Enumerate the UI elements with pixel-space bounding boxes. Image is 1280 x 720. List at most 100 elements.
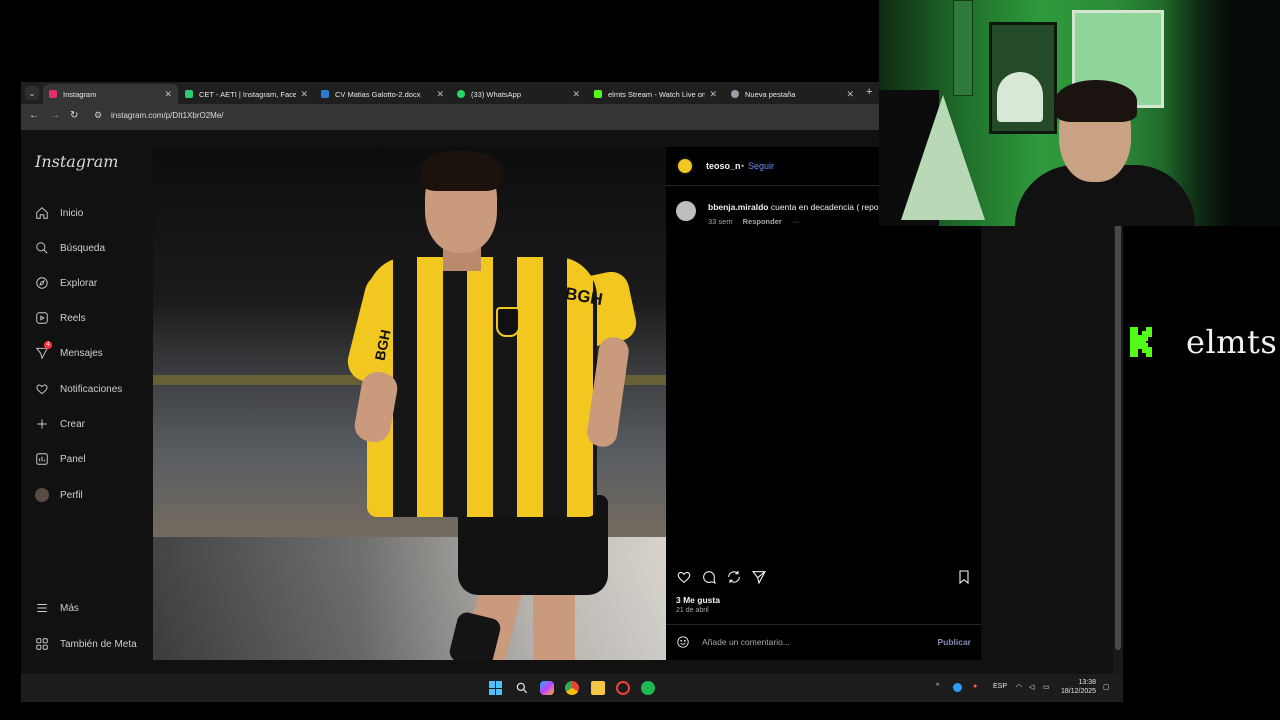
kick-logo-icon xyxy=(1128,325,1154,359)
battery-icon[interactable]: ▭ xyxy=(1043,683,1050,691)
instagram-favicon-icon xyxy=(49,90,57,98)
chrome-alt-icon[interactable] xyxy=(616,681,630,695)
likes-count[interactable]: 3 Me gusta xyxy=(676,595,720,605)
nav-mensajes[interactable]: 4 Mensajes xyxy=(35,341,103,360)
header-separator: • xyxy=(741,161,745,171)
wifi-icon[interactable]: ◠ xyxy=(1016,683,1022,691)
url-field[interactable]: instagram.com/p/DIt1XbrO2Me/ xyxy=(111,111,223,120)
clock-time: 13:38 xyxy=(1078,679,1097,686)
chrome-icon[interactable] xyxy=(565,681,579,695)
cet-favicon-icon xyxy=(185,90,193,98)
reload-icon[interactable]: ↻ xyxy=(70,110,78,121)
new-tab-button[interactable]: + xyxy=(866,86,872,98)
profile-avatar-icon xyxy=(35,488,49,502)
messages-badge: 4 xyxy=(44,341,52,349)
language-indicator[interactable]: ESP xyxy=(993,683,1007,690)
author-username[interactable]: teoso_n xyxy=(706,161,741,171)
emoji-icon[interactable] xyxy=(676,635,690,649)
close-tab-icon[interactable]: ✕ xyxy=(846,89,854,100)
reels-icon xyxy=(35,311,49,325)
comment-bubble-icon[interactable] xyxy=(701,569,717,585)
word-favicon-icon xyxy=(321,90,329,98)
author-avatar[interactable] xyxy=(676,157,694,175)
clock-date: 18/12/2025 xyxy=(1061,688,1097,695)
site-info-icon[interactable]: ⚙ xyxy=(94,110,102,121)
post-photo[interactable]: BGH BGH xyxy=(153,147,666,660)
photo-player-jersey xyxy=(367,257,597,517)
close-tab-icon[interactable]: ✕ xyxy=(300,89,308,100)
like-heart-icon[interactable] xyxy=(676,569,692,585)
mic-icon[interactable]: ● xyxy=(973,683,977,690)
nav-tambien-de-meta[interactable]: También de Meta xyxy=(35,637,137,651)
tab-cet-aeti[interactable]: CET - AETI | Instagram, Faceboo ✕ xyxy=(179,84,314,104)
tab-instagram[interactable]: Instagram ✕ xyxy=(43,84,178,104)
commenter-avatar[interactable] xyxy=(676,201,696,221)
nav-explorar[interactable]: Explorar xyxy=(35,276,97,290)
comment-input[interactable]: Añade un comentario... xyxy=(702,637,790,647)
whatsapp-favicon-icon xyxy=(457,90,465,98)
tab-kick-stream[interactable]: elmts Stream - Watch Live on K ✕ xyxy=(588,84,723,104)
instagram-logo[interactable]: Instagram xyxy=(35,152,118,171)
club-crest-icon xyxy=(496,307,520,337)
streamer-hair xyxy=(1055,80,1137,122)
tab-new-tab[interactable]: Nueva pestaña ✕ xyxy=(725,84,860,104)
close-tab-icon[interactable]: ✕ xyxy=(709,89,717,100)
home-icon xyxy=(35,206,49,220)
tray-app-icon[interactable] xyxy=(953,683,962,692)
repost-icon[interactable] xyxy=(726,569,742,585)
messages-icon: 4 xyxy=(35,341,52,360)
plus-icon xyxy=(35,417,49,431)
stream-brand-logo: elmts xyxy=(1128,322,1277,362)
comment-divider xyxy=(666,624,981,625)
comment-text: bbenja.miraldo cuenta en decadencia ( re… xyxy=(708,202,879,212)
copilot-icon[interactable] xyxy=(540,681,554,695)
tab-cv-docx[interactable]: CV Matias Galotto-2.docx ✕ xyxy=(315,84,450,104)
stream-brand-text: elmts xyxy=(1186,323,1278,361)
windows-start-icon[interactable] xyxy=(489,681,503,695)
forward-arrow-icon[interactable]: → xyxy=(50,110,60,121)
chrome-favicon-icon xyxy=(731,90,739,98)
nav-perfil[interactable]: Perfil xyxy=(35,488,83,502)
taskbar-clock[interactable]: 13:38 18/12/2025 xyxy=(1061,678,1096,696)
compass-icon xyxy=(35,276,49,290)
publish-button[interactable]: Publicar xyxy=(937,637,971,647)
nav-panel[interactable]: Panel xyxy=(35,452,86,466)
kick-favicon-icon xyxy=(594,90,602,98)
nav-inicio[interactable]: Inicio xyxy=(35,206,83,220)
heart-icon xyxy=(35,382,49,396)
instagram-sidebar: Instagram Inicio Búsqueda Explorar Reels… xyxy=(21,130,153,674)
close-tab-icon[interactable]: ✕ xyxy=(164,89,172,100)
nav-reels[interactable]: Reels xyxy=(35,311,86,325)
volume-icon[interactable]: ◁ xyxy=(1029,683,1034,691)
notifications-icon[interactable]: ▢ xyxy=(1103,683,1110,691)
nav-notificaciones[interactable]: Notificaciones xyxy=(35,382,122,396)
reply-button[interactable]: Responder xyxy=(743,217,782,226)
tab-search-button[interactable]: ⌄ xyxy=(25,86,39,100)
close-tab-icon[interactable]: ✕ xyxy=(436,89,444,100)
close-tab-icon[interactable]: ✕ xyxy=(572,89,580,100)
share-icon[interactable] xyxy=(751,569,767,585)
spotify-icon[interactable] xyxy=(641,681,655,695)
tray-expand-icon[interactable]: ^ xyxy=(936,683,939,690)
webcam-christmas-tree xyxy=(901,95,985,220)
webcam-overlay xyxy=(879,0,1280,226)
comment-meta: 33 sem Responder ··· xyxy=(708,217,799,226)
comment-time: 33 sem xyxy=(708,217,733,226)
taskbar-search-icon[interactable] xyxy=(515,681,529,695)
commenter-username[interactable]: bbenja.miraldo xyxy=(708,202,768,212)
search-icon xyxy=(35,241,49,255)
follow-button[interactable]: Seguir xyxy=(748,161,774,171)
comment-more-icon[interactable]: ··· xyxy=(792,217,800,226)
menu-icon xyxy=(35,601,49,615)
nav-busqueda[interactable]: Búsqueda xyxy=(35,241,105,255)
webcam-window-frame xyxy=(953,0,973,96)
windows-taskbar: ^ ● ESP ◠ ◁ ▭ 13:38 18/12/2025 ▢ xyxy=(21,674,1123,702)
nav-mas[interactable]: Más xyxy=(35,601,79,615)
post-date: 21 de abril xyxy=(676,607,709,614)
tab-whatsapp[interactable]: (33) WhatsApp ✕ xyxy=(451,84,586,104)
nav-crear[interactable]: Crear xyxy=(35,417,85,431)
comment-body: cuenta en decadencia ( repo xyxy=(770,202,879,212)
file-explorer-icon[interactable] xyxy=(591,681,605,695)
save-bookmark-icon[interactable] xyxy=(956,569,972,585)
back-arrow-icon[interactable]: ← xyxy=(29,110,39,121)
